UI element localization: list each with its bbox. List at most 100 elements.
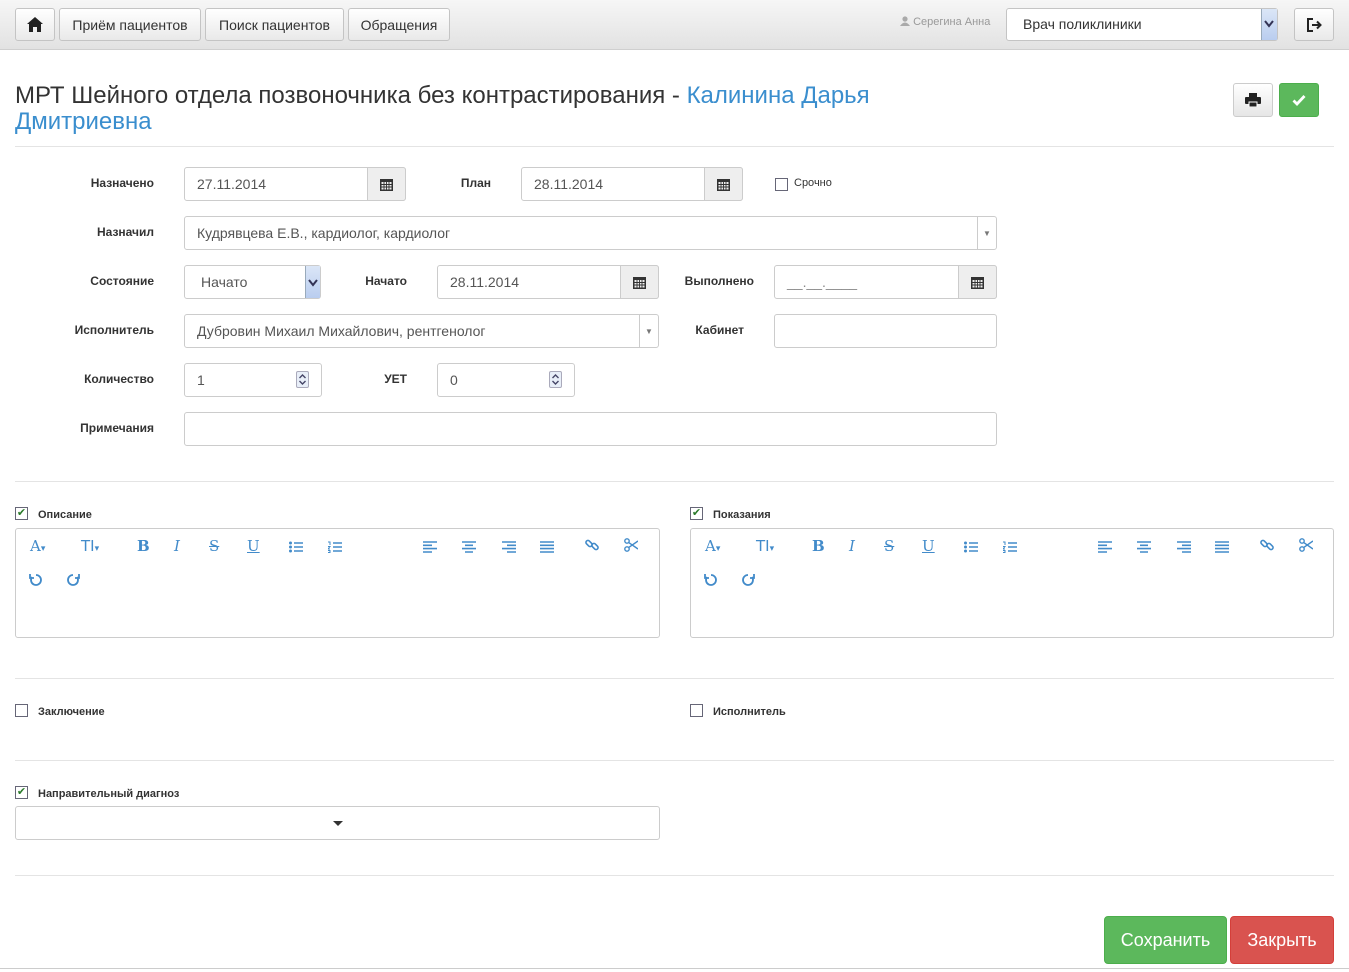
font-icon: A <box>30 537 41 555</box>
spinner-icon[interactable] <box>296 371 309 388</box>
started-calendar-button[interactable] <box>620 265 659 299</box>
performer-label: Исполнитель <box>74 323 154 337</box>
numbered-list-icon[interactable] <box>1001 539 1017 557</box>
scissors-icon[interactable] <box>624 538 639 556</box>
done-date-input[interactable]: __.__.____ <box>774 265 997 299</box>
referral-diagnosis-label: Направительный диагноз <box>38 788 180 800</box>
underline-button[interactable]: U <box>922 537 935 555</box>
quantity-stepper[interactable]: 1 <box>184 363 322 397</box>
align-justify-icon[interactable] <box>1215 539 1229 557</box>
undo-icon[interactable] <box>29 573 43 591</box>
calendar-icon <box>971 276 984 289</box>
close-button[interactable]: Закрыть <box>1230 916 1334 964</box>
current-user: Серегина Анна <box>900 16 990 28</box>
plan-label: План <box>460 176 491 190</box>
confirm-button[interactable] <box>1279 83 1319 117</box>
italic-button[interactable]: I <box>174 537 180 555</box>
role-select[interactable]: Врач поликлиники <box>1006 8 1278 41</box>
logout-button[interactable] <box>1294 8 1334 41</box>
done-calendar-button[interactable] <box>958 265 997 299</box>
font-size-button[interactable]: TI▾ <box>81 537 99 558</box>
indications-checkbox[interactable]: ✔ <box>690 507 703 520</box>
bullet-list-icon[interactable] <box>964 539 978 557</box>
performer-section-checkbox[interactable] <box>690 704 703 717</box>
uet-stepper[interactable]: 0 <box>437 363 575 397</box>
link-icon[interactable] <box>1260 538 1274 556</box>
divider <box>15 481 1334 482</box>
link-icon[interactable] <box>585 538 599 556</box>
role-select-value: Врач поликлиники <box>1023 16 1142 32</box>
font-size-button[interactable]: TI▾ <box>756 537 774 558</box>
cabinet-input[interactable] <box>774 314 997 348</box>
quantity-value: 1 <box>197 372 205 388</box>
italic-button[interactable]: I <box>849 537 855 555</box>
assigned-by-select[interactable]: Кудрявцева Е.В., кардиолог, кардиолог ▼ <box>184 216 997 250</box>
assigned-by-value: Кудрявцева Е.В., кардиолог, кардиолог <box>197 225 451 241</box>
caret-down-icon[interactable]: ▼ <box>639 315 658 347</box>
plan-calendar-button[interactable] <box>704 167 743 201</box>
home-button[interactable] <box>15 8 55 41</box>
printer-icon <box>1245 93 1261 107</box>
bold-button[interactable]: B <box>137 537 150 555</box>
done-date-value: __.__.____ <box>787 274 858 290</box>
chevron-down-icon <box>308 279 318 287</box>
text-height-icon: TI <box>81 537 95 555</box>
conclusion-label: Заключение <box>38 706 105 718</box>
plan-date-value: 28.11.2014 <box>534 176 604 192</box>
print-button[interactable] <box>1233 83 1273 117</box>
check-icon <box>1292 95 1306 106</box>
assigned-by-label: Назначил <box>96 225 154 239</box>
align-right-icon[interactable] <box>502 539 516 557</box>
done-label: Выполнено <box>684 274 754 288</box>
user-icon <box>900 16 910 26</box>
assigned-date-input[interactable]: 27.11.2014 <box>184 167 406 201</box>
underline-button[interactable]: U <box>247 537 260 555</box>
role-select-arrow[interactable] <box>1261 9 1277 40</box>
assigned-calendar-button[interactable] <box>367 167 406 201</box>
strikethrough-button[interactable]: S <box>884 537 894 555</box>
plan-date-input[interactable]: 28.11.2014 <box>521 167 743 201</box>
font-family-button[interactable]: A▾ <box>705 537 720 558</box>
numbered-list-icon[interactable] <box>326 539 342 557</box>
procedure-name: МРТ Шейного отдела позвоночника без конт… <box>15 82 687 109</box>
nav-patient-reception[interactable]: Приём пациентов <box>59 8 201 41</box>
caret-down-icon[interactable]: ▼ <box>977 217 996 249</box>
state-select-arrow[interactable] <box>305 266 320 298</box>
calendar-icon <box>633 276 646 289</box>
align-right-icon[interactable] <box>1177 539 1191 557</box>
indications-editor[interactable]: A▾ TI▾ B I S U <box>690 528 1334 638</box>
started-label: Начато <box>365 274 407 288</box>
user-name: Серегина Анна <box>913 16 991 28</box>
performer-select[interactable]: Дубровин Михаил Михайлович, рентгенолог … <box>184 314 659 348</box>
align-center-icon[interactable] <box>1137 539 1151 557</box>
align-left-icon[interactable] <box>1098 539 1112 557</box>
save-button[interactable]: Сохранить <box>1104 916 1227 964</box>
conclusion-checkbox[interactable] <box>15 704 28 717</box>
redo-icon[interactable] <box>66 573 80 591</box>
align-left-icon[interactable] <box>423 539 437 557</box>
notes-input[interactable] <box>184 412 997 446</box>
nav-appeals[interactable]: Обращения <box>348 8 450 41</box>
nav-patient-search[interactable]: Поиск пациентов <box>205 8 344 41</box>
started-date-input[interactable]: 28.11.2014 <box>437 265 659 299</box>
bold-button[interactable]: B <box>812 537 825 555</box>
description-editor[interactable]: A▾ TI▾ B I S U <box>15 528 660 638</box>
referral-diagnosis-select[interactable] <box>15 806 660 840</box>
uet-label: УЕТ <box>384 372 407 386</box>
spinner-icon[interactable] <box>549 371 562 388</box>
state-select[interactable]: Начато <box>184 265 321 299</box>
font-family-button[interactable]: A▾ <box>30 537 45 558</box>
bullet-list-icon[interactable] <box>289 539 303 557</box>
referral-diagnosis-checkbox[interactable]: ✔ <box>15 786 28 799</box>
scissors-icon[interactable] <box>1299 538 1314 556</box>
redo-icon[interactable] <box>741 573 755 591</box>
undo-icon[interactable] <box>704 573 718 591</box>
urgent-checkbox[interactable] <box>775 178 788 191</box>
description-checkbox[interactable]: ✔ <box>15 507 28 520</box>
divider <box>15 875 1334 876</box>
top-navbar: Приём пациентов Поиск пациентов Обращени… <box>0 0 1349 50</box>
strikethrough-button[interactable]: S <box>209 537 219 555</box>
align-justify-icon[interactable] <box>540 539 554 557</box>
divider <box>15 146 1334 147</box>
align-center-icon[interactable] <box>462 539 476 557</box>
